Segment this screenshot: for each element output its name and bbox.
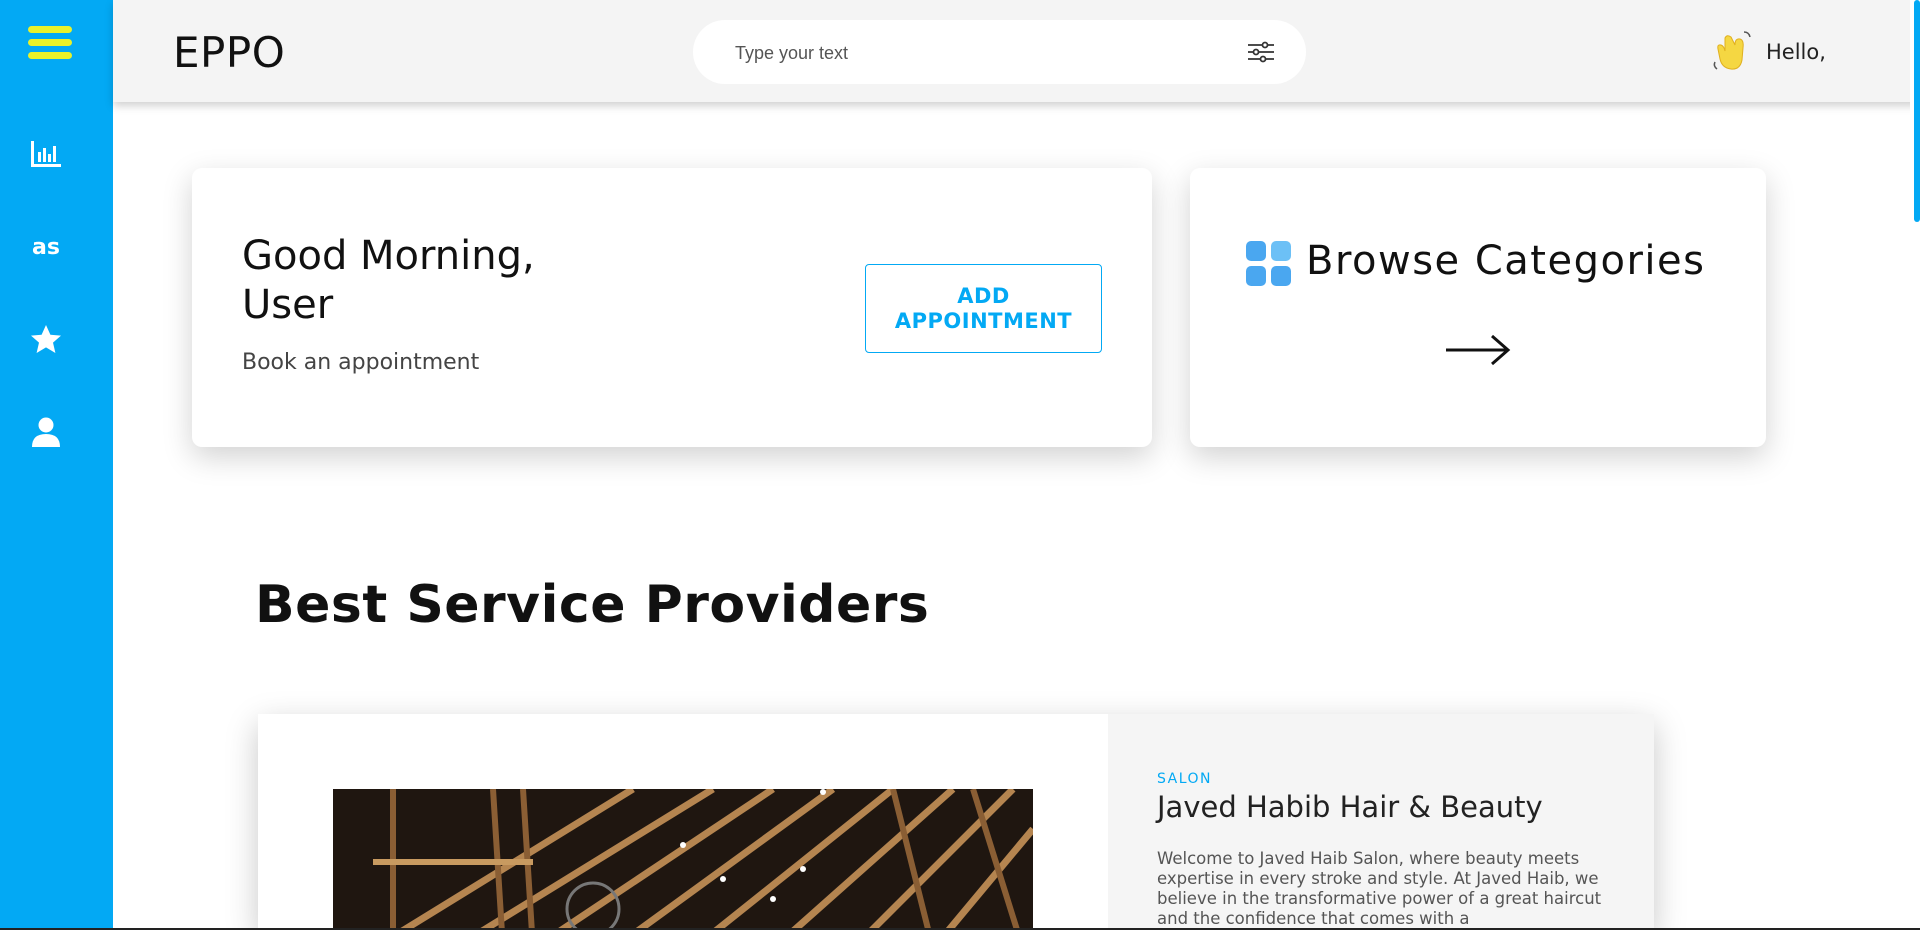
star-icon[interactable] xyxy=(28,322,64,358)
top-header: EPPO Hello, xyxy=(113,0,1920,102)
greeting-subtitle: Book an appointment xyxy=(242,350,480,375)
salon-image[interactable] xyxy=(333,789,1033,930)
provider-info: SALON Javed Habib Hair & Beauty Welcome … xyxy=(1108,714,1654,930)
menu-icon[interactable] xyxy=(28,26,72,66)
sidebar: as xyxy=(0,0,113,930)
scrollbar-thumb[interactable] xyxy=(1914,0,1920,222)
add-appointment-label-1: ADD xyxy=(957,283,1010,308)
greeting-title: Good Morning, User xyxy=(242,232,535,330)
filter-icon[interactable] xyxy=(1247,40,1275,64)
waving-hand-icon xyxy=(1713,31,1751,70)
hello-text: Hello, xyxy=(1766,40,1826,64)
search-input[interactable] xyxy=(733,38,1217,68)
add-appointment-button[interactable]: ADD APPOINTMENT xyxy=(865,264,1102,353)
lastfm-icon[interactable]: as xyxy=(28,228,64,264)
search-bar xyxy=(693,20,1306,84)
user-icon[interactable] xyxy=(28,414,64,450)
section-title: Best Service Providers xyxy=(255,575,930,635)
brand-logo[interactable]: EPPO xyxy=(173,28,285,77)
svg-text:as: as xyxy=(32,235,60,260)
scrollbar[interactable] xyxy=(1910,0,1920,930)
chart-icon[interactable] xyxy=(28,136,64,172)
provider-card[interactable]: SALON Javed Habib Hair & Beauty Welcome … xyxy=(258,714,1654,930)
browse-categories-card[interactable]: Browse Categories xyxy=(1190,168,1766,447)
greeting-title-line2: User xyxy=(242,282,334,328)
arrow-right-icon[interactable] xyxy=(1444,332,1512,368)
add-appointment-label-2: APPOINTMENT xyxy=(894,308,1073,333)
provider-category: SALON xyxy=(1157,771,1213,787)
greeting-title-line1: Good Morning, xyxy=(242,233,535,279)
greeting-card: Good Morning, User Book an appointment A… xyxy=(192,168,1152,447)
category-grid-icon xyxy=(1246,241,1291,286)
provider-description: Welcome to Javed Haib Salon, where beaut… xyxy=(1157,849,1602,928)
provider-name[interactable]: Javed Habib Hair & Beauty xyxy=(1157,790,1543,824)
browse-categories-title: Browse Categories xyxy=(1306,238,1706,284)
